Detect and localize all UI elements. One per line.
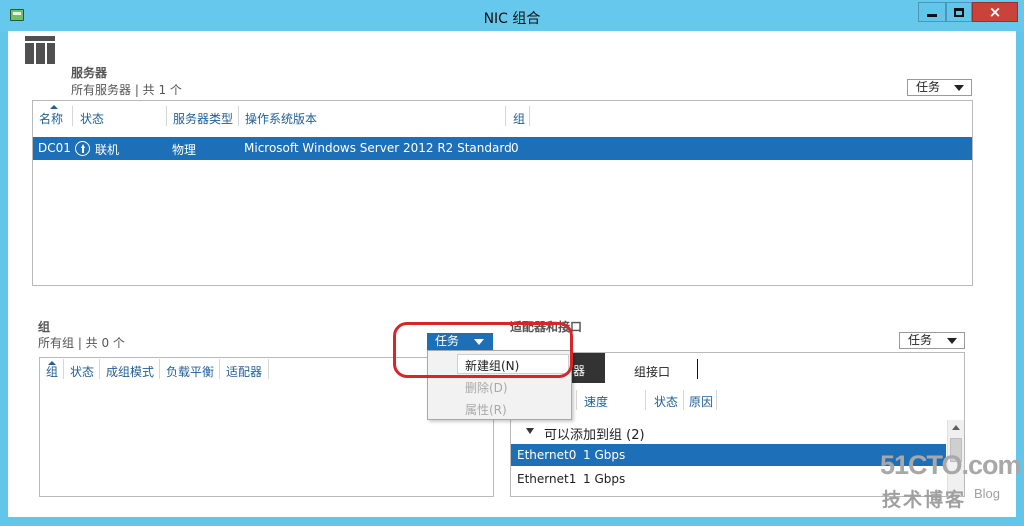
column-header-load-balancing[interactable]: 负载平衡 — [166, 363, 214, 380]
close-icon: × — [988, 2, 1002, 21]
column-header-speed[interactable]: 速度 — [584, 393, 608, 410]
server-groups: 0 — [511, 141, 519, 155]
servers-tasks-button[interactable]: 任务 — [907, 79, 972, 96]
column-header-adapters[interactable]: 适配器 — [226, 363, 262, 380]
column-header-teaming-mode[interactable]: 成组模式 — [106, 363, 154, 380]
column-header-reason[interactable]: 原因 — [689, 393, 713, 410]
close-button[interactable]: × — [972, 2, 1018, 22]
annotation-highlight — [393, 322, 573, 378]
adapter-name: Ethernet1 — [517, 472, 577, 486]
server-status: 联机 — [95, 143, 120, 157]
servers-tasks-label: 任务 — [916, 80, 941, 94]
column-header-name[interactable]: 名称 — [39, 110, 63, 127]
adapter-group-header: 可以添加到组 (2) — [544, 428, 645, 443]
tab-divider — [697, 359, 698, 379]
adapter-speed: 1 Gbps — [583, 472, 626, 486]
column-header-team-status[interactable]: 状态 — [70, 363, 94, 380]
column-header-groups[interactable]: 组 — [513, 110, 525, 127]
menu-item-delete: 删除(D) — [465, 381, 508, 395]
column-header-os-version[interactable]: 操作系统版本 — [245, 110, 317, 127]
title-bar: NIC 组合 × — [0, 0, 1024, 32]
servers-title: 服务器 — [71, 66, 108, 80]
window-title: NIC 组合 — [483, 11, 541, 27]
column-header-team[interactable]: 组 — [46, 363, 58, 380]
table-row[interactable]: DC01 联机 物理 Microsoft Windows Server 2012… — [33, 137, 972, 160]
watermark-blog: Blog — [974, 486, 1001, 501]
teams-title: 组 — [38, 320, 51, 334]
nic-teaming-window: NIC 组合 × 服务器 所有服务器 | 共 1 个 任务 名称 状态 服务器类… — [0, 0, 1024, 526]
online-status-icon — [75, 141, 90, 156]
menu-item-properties: 属性(R) — [465, 403, 507, 417]
servers-list — [32, 100, 973, 286]
watermark-logo: 51CTO.com — [880, 450, 1022, 480]
server-os: Microsoft Windows Server 2012 R2 Standar… — [244, 141, 512, 155]
adapter-name: Ethernet0 — [517, 448, 577, 462]
minimize-icon — [927, 14, 937, 17]
column-header-server-type[interactable]: 服务器类型 — [173, 110, 233, 127]
maximize-button[interactable] — [946, 2, 972, 22]
teams-subtitle: 所有组 | 共 0 个 — [38, 336, 125, 350]
minimize-button[interactable] — [918, 2, 946, 22]
tab-network-adapters-label: 器 — [573, 364, 586, 378]
servers-icon — [25, 36, 55, 64]
servers-subtitle: 所有服务器 | 共 1 个 — [71, 83, 182, 97]
column-header-status[interactable]: 状态 — [80, 110, 104, 127]
watermark-subtitle: 技术博客 — [882, 490, 967, 511]
collapse-group-icon[interactable] — [526, 428, 534, 434]
server-name: DC01 — [38, 141, 71, 155]
adapters-tasks-button[interactable]: 任务 — [899, 332, 965, 349]
chevron-down-icon — [954, 85, 964, 91]
sort-ascending-icon[interactable] — [50, 105, 58, 109]
adapter-speed: 1 Gbps — [583, 448, 626, 462]
scroll-up-icon[interactable] — [952, 425, 960, 430]
adapters-tasks-label: 任务 — [908, 333, 933, 347]
tab-team-interfaces[interactable]: 组接口 — [634, 363, 670, 380]
server-type: 物理 — [172, 143, 197, 157]
column-header-adapter-status[interactable]: 状态 — [654, 393, 678, 410]
maximize-icon — [954, 7, 964, 17]
chevron-down-icon — [947, 338, 957, 344]
